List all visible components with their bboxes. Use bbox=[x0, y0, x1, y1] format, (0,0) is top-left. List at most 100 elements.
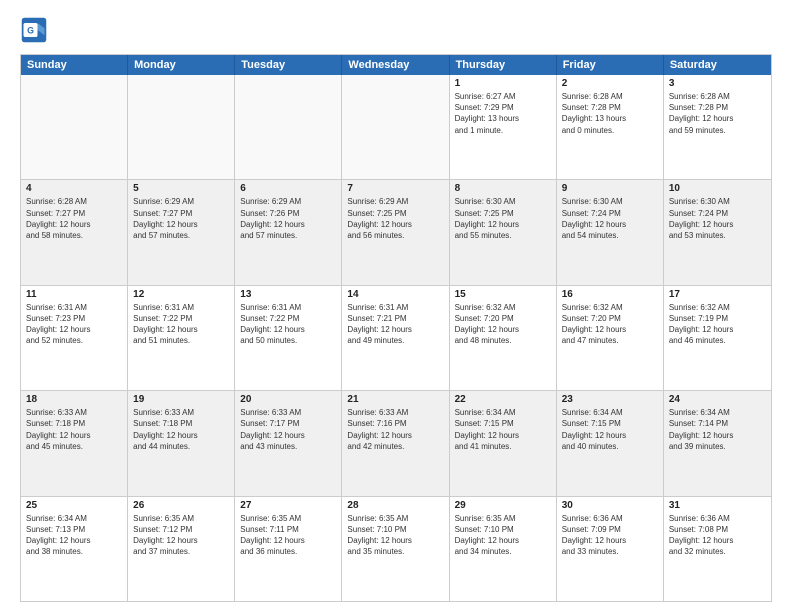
header: G bbox=[20, 16, 772, 44]
day-number: 8 bbox=[455, 183, 551, 194]
day-number: 4 bbox=[26, 183, 122, 194]
day-number: 13 bbox=[240, 289, 336, 300]
day-info: Sunrise: 6:35 AM Sunset: 7:12 PM Dayligh… bbox=[133, 513, 229, 558]
calendar-header: SundayMondayTuesdayWednesdayThursdayFrid… bbox=[21, 55, 771, 75]
day-number: 31 bbox=[669, 500, 766, 511]
day-info: Sunrise: 6:32 AM Sunset: 7:20 PM Dayligh… bbox=[455, 302, 551, 347]
day-info: Sunrise: 6:34 AM Sunset: 7:14 PM Dayligh… bbox=[669, 407, 766, 452]
calendar-cell: 19Sunrise: 6:33 AM Sunset: 7:18 PM Dayli… bbox=[128, 391, 235, 495]
day-info: Sunrise: 6:36 AM Sunset: 7:08 PM Dayligh… bbox=[669, 513, 766, 558]
day-number: 6 bbox=[240, 183, 336, 194]
day-info: Sunrise: 6:31 AM Sunset: 7:21 PM Dayligh… bbox=[347, 302, 443, 347]
calendar-cell: 17 Sunrise: 6:32 AM Sunset: 7:19 PM Dayli… bbox=[664, 286, 771, 390]
day-number: 16 bbox=[562, 289, 658, 300]
day-number: 2 bbox=[562, 78, 658, 89]
calendar-cell: 16 Sunrise: 6:32 AM Sunset: 7:20 PM Dayli… bbox=[557, 286, 664, 390]
day-info: Sunrise: 6:32 AM Sunset: 7:20 PM Dayligh… bbox=[562, 302, 658, 347]
calendar-cell: 8 Sunrise: 6:30 AM Sunset: 7:25 PM Daylig… bbox=[450, 180, 557, 284]
calendar-cell bbox=[128, 75, 235, 179]
calendar-cell bbox=[21, 75, 128, 179]
calendar-cell: 22 Sunrise: 6:34 AM Sunset: 7:15 PM Dayli… bbox=[450, 391, 557, 495]
calendar-week: 11Sunrise: 6:31 AM Sunset: 7:23 PM Dayli… bbox=[21, 286, 771, 391]
day-number: 12 bbox=[133, 289, 229, 300]
calendar-cell: 5 Sunrise: 6:29 AM Sunset: 7:27 PM Daylig… bbox=[128, 180, 235, 284]
calendar-cell bbox=[342, 75, 449, 179]
calendar-cell bbox=[235, 75, 342, 179]
calendar-cell: 24 Sunrise: 6:34 AM Sunset: 7:14 PM Dayli… bbox=[664, 391, 771, 495]
day-info: Sunrise: 6:28 AM Sunset: 7:28 PM Dayligh… bbox=[669, 91, 766, 136]
calendar-cell: 29 Sunrise: 6:35 AM Sunset: 7:10 PM Dayli… bbox=[450, 497, 557, 601]
day-info: Sunrise: 6:34 AM Sunset: 7:15 PM Dayligh… bbox=[562, 407, 658, 452]
calendar-cell: 2 Sunrise: 6:28 AM Sunset: 7:28 PM Daylig… bbox=[557, 75, 664, 179]
logo: G bbox=[20, 16, 52, 44]
calendar-cell: 30Sunrise: 6:36 AM Sunset: 7:09 PM Dayli… bbox=[557, 497, 664, 601]
calendar-week: 4 Sunrise: 6:28 AM Sunset: 7:27 PM Daylig… bbox=[21, 180, 771, 285]
day-number: 3 bbox=[669, 78, 766, 89]
day-number: 20 bbox=[240, 394, 336, 405]
calendar-cell: 11Sunrise: 6:31 AM Sunset: 7:23 PM Dayli… bbox=[21, 286, 128, 390]
day-number: 1 bbox=[455, 78, 551, 89]
day-number: 9 bbox=[562, 183, 658, 194]
day-number: 29 bbox=[455, 500, 551, 511]
day-info: Sunrise: 6:33 AM Sunset: 7:17 PM Dayligh… bbox=[240, 407, 336, 452]
calendar-cell: 13 Sunrise: 6:31 AM Sunset: 7:22 PM Dayli… bbox=[235, 286, 342, 390]
calendar-cell: 14 Sunrise: 6:31 AM Sunset: 7:21 PM Dayli… bbox=[342, 286, 449, 390]
day-number: 21 bbox=[347, 394, 443, 405]
calendar-header-cell: Monday bbox=[128, 55, 235, 75]
day-info: Sunrise: 6:27 AM Sunset: 7:29 PM Dayligh… bbox=[455, 91, 551, 136]
page: G SundayMondayTuesdayWednesdayThursdayFr… bbox=[0, 0, 792, 612]
day-number: 17 bbox=[669, 289, 766, 300]
calendar: SundayMondayTuesdayWednesdayThursdayFrid… bbox=[20, 54, 772, 602]
calendar-cell: 21 Sunrise: 6:33 AM Sunset: 7:16 PM Dayli… bbox=[342, 391, 449, 495]
calendar-cell: 31 Sunrise: 6:36 AM Sunset: 7:08 PM Dayli… bbox=[664, 497, 771, 601]
calendar-week: 25Sunrise: 6:34 AM Sunset: 7:13 PM Dayli… bbox=[21, 497, 771, 601]
day-info: Sunrise: 6:35 AM Sunset: 7:10 PM Dayligh… bbox=[455, 513, 551, 558]
day-number: 22 bbox=[455, 394, 551, 405]
day-number: 5 bbox=[133, 183, 229, 194]
day-number: 27 bbox=[240, 500, 336, 511]
calendar-cell: 12Sunrise: 6:31 AM Sunset: 7:22 PM Dayli… bbox=[128, 286, 235, 390]
day-number: 30 bbox=[562, 500, 658, 511]
day-number: 14 bbox=[347, 289, 443, 300]
calendar-cell: 10 Sunrise: 6:30 AM Sunset: 7:24 PM Dayli… bbox=[664, 180, 771, 284]
calendar-cell: 7 Sunrise: 6:29 AM Sunset: 7:25 PM Daylig… bbox=[342, 180, 449, 284]
day-info: Sunrise: 6:35 AM Sunset: 7:11 PM Dayligh… bbox=[240, 513, 336, 558]
calendar-cell: 9 Sunrise: 6:30 AM Sunset: 7:24 PM Daylig… bbox=[557, 180, 664, 284]
svg-text:G: G bbox=[27, 26, 34, 36]
day-info: Sunrise: 6:29 AM Sunset: 7:27 PM Dayligh… bbox=[133, 196, 229, 241]
day-number: 28 bbox=[347, 500, 443, 511]
day-info: Sunrise: 6:31 AM Sunset: 7:22 PM Dayligh… bbox=[240, 302, 336, 347]
calendar-cell: 23Sunrise: 6:34 AM Sunset: 7:15 PM Dayli… bbox=[557, 391, 664, 495]
day-info: Sunrise: 6:28 AM Sunset: 7:28 PM Dayligh… bbox=[562, 91, 658, 136]
day-info: Sunrise: 6:30 AM Sunset: 7:25 PM Dayligh… bbox=[455, 196, 551, 241]
day-info: Sunrise: 6:32 AM Sunset: 7:19 PM Dayligh… bbox=[669, 302, 766, 347]
calendar-cell: 26 Sunrise: 6:35 AM Sunset: 7:12 PM Dayli… bbox=[128, 497, 235, 601]
day-info: Sunrise: 6:33 AM Sunset: 7:18 PM Dayligh… bbox=[26, 407, 122, 452]
calendar-header-cell: Friday bbox=[557, 55, 664, 75]
day-info: Sunrise: 6:28 AM Sunset: 7:27 PM Dayligh… bbox=[26, 196, 122, 241]
calendar-cell: 27 Sunrise: 6:35 AM Sunset: 7:11 PM Dayli… bbox=[235, 497, 342, 601]
day-info: Sunrise: 6:29 AM Sunset: 7:26 PM Dayligh… bbox=[240, 196, 336, 241]
day-info: Sunrise: 6:29 AM Sunset: 7:25 PM Dayligh… bbox=[347, 196, 443, 241]
calendar-cell: 28 Sunrise: 6:35 AM Sunset: 7:10 PM Dayli… bbox=[342, 497, 449, 601]
calendar-cell: 25Sunrise: 6:34 AM Sunset: 7:13 PM Dayli… bbox=[21, 497, 128, 601]
day-number: 18 bbox=[26, 394, 122, 405]
day-info: Sunrise: 6:30 AM Sunset: 7:24 PM Dayligh… bbox=[669, 196, 766, 241]
day-number: 7 bbox=[347, 183, 443, 194]
day-number: 15 bbox=[455, 289, 551, 300]
calendar-header-cell: Tuesday bbox=[235, 55, 342, 75]
calendar-header-cell: Wednesday bbox=[342, 55, 449, 75]
logo-icon: G bbox=[20, 16, 48, 44]
day-info: Sunrise: 6:35 AM Sunset: 7:10 PM Dayligh… bbox=[347, 513, 443, 558]
day-info: Sunrise: 6:33 AM Sunset: 7:16 PM Dayligh… bbox=[347, 407, 443, 452]
day-info: Sunrise: 6:34 AM Sunset: 7:13 PM Dayligh… bbox=[26, 513, 122, 558]
day-info: Sunrise: 6:33 AM Sunset: 7:18 PM Dayligh… bbox=[133, 407, 229, 452]
calendar-cell: 3 Sunrise: 6:28 AM Sunset: 7:28 PM Daylig… bbox=[664, 75, 771, 179]
day-info: Sunrise: 6:34 AM Sunset: 7:15 PM Dayligh… bbox=[455, 407, 551, 452]
calendar-week: 1 Sunrise: 6:27 AM Sunset: 7:29 PM Daylig… bbox=[21, 75, 771, 180]
calendar-body: 1 Sunrise: 6:27 AM Sunset: 7:29 PM Daylig… bbox=[21, 75, 771, 601]
day-number: 26 bbox=[133, 500, 229, 511]
day-number: 24 bbox=[669, 394, 766, 405]
day-info: Sunrise: 6:30 AM Sunset: 7:24 PM Dayligh… bbox=[562, 196, 658, 241]
day-number: 10 bbox=[669, 183, 766, 194]
